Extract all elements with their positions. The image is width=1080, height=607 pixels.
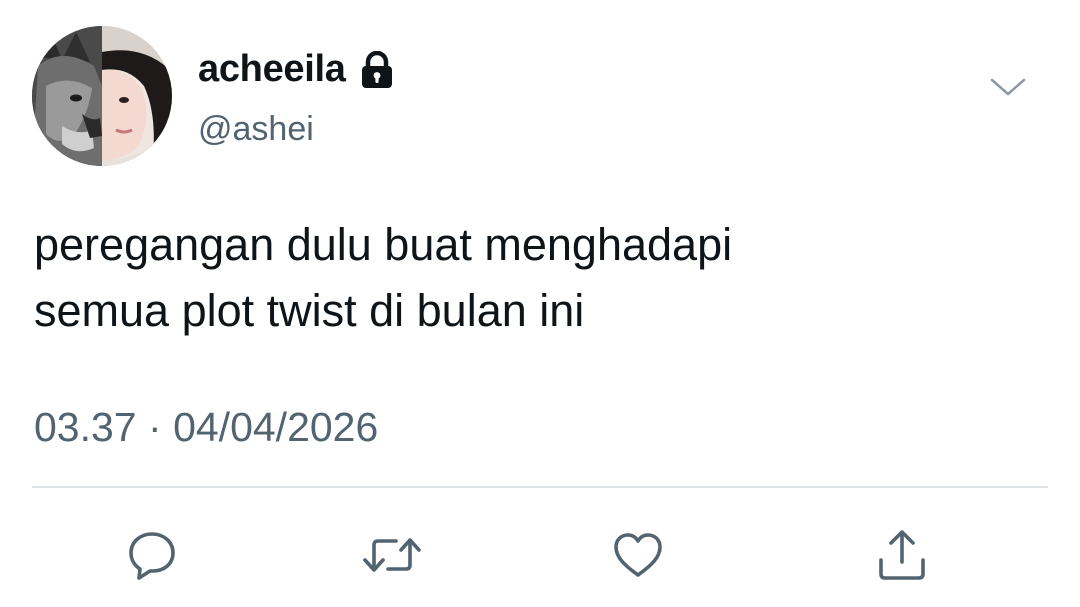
timestamp-separator: · xyxy=(148,404,162,450)
tweet-time: 03.37 xyxy=(34,404,137,450)
like-button[interactable] xyxy=(608,525,668,585)
tweet-timestamp[interactable]: 03.37 · 04/04/2026 xyxy=(34,404,378,451)
avatar[interactable] xyxy=(32,26,172,166)
user-handle[interactable]: @ashei xyxy=(198,110,314,149)
like-icon xyxy=(614,533,662,577)
tweet-text: peregangan dulu buat menghadapi semua pl… xyxy=(34,219,733,336)
tweet-date: 04/04/2026 xyxy=(173,404,379,450)
share-icon xyxy=(879,530,925,580)
display-name[interactable]: acheeila xyxy=(198,48,346,91)
tweet-card: acheeila @ashei peregangan dulu buat men… xyxy=(0,0,1080,607)
avatar-icon xyxy=(32,26,172,166)
divider xyxy=(32,486,1048,488)
reply-button[interactable] xyxy=(122,525,182,585)
reply-icon xyxy=(129,532,175,580)
retweet-icon xyxy=(363,538,421,572)
share-button[interactable] xyxy=(872,525,932,585)
chevron-down-icon xyxy=(990,78,1026,96)
more-options-button[interactable] xyxy=(986,70,1030,104)
lock-icon xyxy=(361,50,392,88)
author-name-row[interactable]: acheeila xyxy=(198,48,394,91)
retweet-button[interactable] xyxy=(362,525,422,585)
